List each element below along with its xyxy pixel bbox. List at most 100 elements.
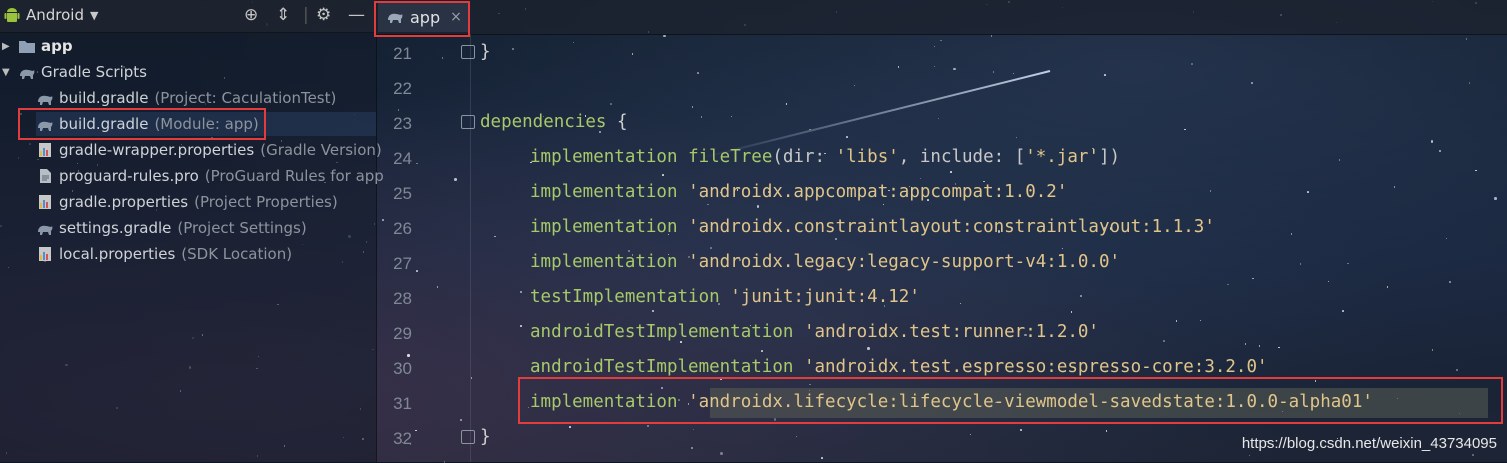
properties-icon bbox=[39, 195, 51, 209]
code-token: 'androidx.appcompat:appcompat:1.0.2' bbox=[688, 182, 1068, 202]
code-token: implementation bbox=[530, 147, 678, 167]
tree-item-hint: (Project Properties) bbox=[194, 193, 338, 211]
code-token: , include: [ bbox=[898, 147, 1026, 167]
line-number: 21 bbox=[393, 44, 412, 63]
fold-marker-icon[interactable] bbox=[461, 430, 475, 444]
tree-item[interactable]: gradle-wrapper.properties (Gradle Version… bbox=[36, 138, 382, 162]
code-token: 'junit:junit:4.12' bbox=[730, 287, 920, 307]
file-icon bbox=[40, 169, 51, 183]
tree-item[interactable]: ▶ app bbox=[2, 34, 73, 58]
project-view-selector[interactable]: Android ▼ bbox=[4, 6, 98, 24]
line-number: 22 bbox=[393, 79, 412, 98]
tree-item-label: gradle.properties bbox=[59, 193, 189, 211]
code-line[interactable]: 27 implementation 'androidx.legacy:legacy… bbox=[376, 246, 1507, 281]
highlight-box-tab bbox=[374, 1, 470, 37]
tree-item[interactable]: proguard-rules.pro (ProGuard Rules for ap… bbox=[36, 164, 384, 188]
target-icon[interactable]: ⊕ bbox=[244, 5, 258, 25]
line-number: 27 bbox=[393, 254, 412, 273]
code-token: } bbox=[480, 427, 491, 447]
fold-marker-icon[interactable] bbox=[461, 45, 475, 59]
divider: | bbox=[303, 5, 309, 25]
code-text: androidTestImplementation 'androidx.test… bbox=[530, 322, 1099, 342]
highlight-box-module-gradle bbox=[18, 108, 266, 140]
code-token: implementation bbox=[530, 217, 678, 237]
line-number: 24 bbox=[393, 149, 412, 168]
project-panel-header: Android ▼ ⊕ ⇕ | ⚙ — bbox=[0, 0, 376, 33]
code-token: } bbox=[480, 42, 491, 62]
tree-item[interactable]: build.gradle (Project: CaculationTest) bbox=[36, 86, 336, 110]
gradle-icon bbox=[38, 95, 53, 105]
code-text: implementation 'androidx.appcompat:appco… bbox=[530, 182, 1067, 202]
line-number: 26 bbox=[393, 219, 412, 238]
line-number: 23 bbox=[393, 114, 412, 133]
tree-item-label: Gradle Scripts bbox=[41, 63, 147, 81]
code-text: dependencies { bbox=[480, 112, 628, 132]
tree-item-label: gradle-wrapper.properties bbox=[59, 141, 255, 159]
code-text: } bbox=[480, 427, 491, 447]
line-number: 29 bbox=[393, 324, 412, 343]
code-line[interactable]: 25 implementation 'androidx.appcompat:app… bbox=[376, 176, 1507, 211]
code-text: implementation 'androidx.legacy:legacy-s… bbox=[530, 252, 1120, 272]
gear-icon[interactable]: ⚙ bbox=[316, 5, 331, 25]
properties-icon bbox=[39, 143, 51, 157]
code-token: ]) bbox=[1099, 147, 1121, 167]
code-token: 'androidx.constraintlayout:constraintlay… bbox=[688, 217, 1215, 237]
code-token: { bbox=[606, 112, 628, 132]
tree-item-hint: (Project Settings) bbox=[177, 219, 307, 237]
project-panel: Android ▼ ⊕ ⇕ | ⚙ — ▶ app ▼ Gradle Scripts b… bbox=[0, 0, 384, 462]
tree-item[interactable]: settings.gradle (Project Settings) bbox=[36, 216, 307, 240]
code-token: 'androidx.legacy:legacy-support-v4:1.0.0… bbox=[688, 252, 1121, 272]
code-text: } bbox=[480, 42, 491, 62]
code-line[interactable]: 23 dependencies { bbox=[376, 106, 1507, 141]
expand-arrow-icon[interactable]: ▼ bbox=[2, 67, 14, 78]
code-token: 'libs' bbox=[835, 147, 899, 167]
tree-item-label: app bbox=[41, 37, 73, 55]
fold-marker-icon[interactable] bbox=[461, 115, 475, 129]
code-text: testImplementation 'junit:junit:4.12' bbox=[530, 287, 920, 307]
tree-item[interactable]: gradle.properties (Project Properties) bbox=[36, 190, 338, 214]
code-line[interactable]: 29 androidTestImplementation 'androidx.te… bbox=[376, 316, 1507, 351]
code-token: implementation bbox=[530, 252, 678, 272]
chevron-down-icon: ▼ bbox=[90, 8, 99, 22]
tree-item-hint: (Gradle Version) bbox=[260, 141, 382, 159]
code-text: implementation 'androidx.constraintlayou… bbox=[530, 217, 1215, 237]
code-text: implementation fileTree(dir: 'libs', inc… bbox=[530, 147, 1120, 167]
code-line[interactable]: 28 testImplementation 'junit:junit:4.12' bbox=[376, 281, 1507, 316]
highlight-box-line-31 bbox=[518, 377, 1503, 424]
star bbox=[821, 457, 823, 459]
code-token: (dir: bbox=[772, 147, 836, 167]
code-line[interactable]: 22 bbox=[376, 71, 1507, 106]
collapse-all-icon[interactable]: ⇕ bbox=[276, 5, 290, 25]
code-token: androidTestImplementation bbox=[530, 322, 794, 342]
expand-arrow-icon[interactable]: ▶ bbox=[2, 41, 14, 52]
code-line[interactable]: 24 implementation fileTree(dir: 'libs', i… bbox=[376, 141, 1507, 176]
code-line[interactable]: 26 implementation 'androidx.constraintlay… bbox=[376, 211, 1507, 246]
line-number: 25 bbox=[393, 184, 412, 203]
code-token: 'androidx.test.espresso:espresso-core:3.… bbox=[803, 357, 1268, 377]
code-token: androidTestImplementation bbox=[530, 357, 794, 377]
tree-item[interactable]: local.properties (SDK Location) bbox=[36, 242, 292, 266]
code-line[interactable]: 21} bbox=[376, 36, 1507, 71]
gradle-icon bbox=[38, 225, 53, 235]
editor-tab-bar: app × bbox=[376, 0, 1507, 35]
android-icon bbox=[4, 8, 20, 22]
code-token: dependencies bbox=[480, 112, 607, 132]
code-text: androidTestImplementation 'androidx.test… bbox=[530, 357, 1268, 377]
code-token: testImplementation bbox=[530, 287, 720, 307]
tree-item-hint: (SDK Location) bbox=[181, 245, 293, 263]
properties-icon bbox=[39, 247, 51, 261]
tree-item-label: build.gradle bbox=[59, 89, 149, 107]
tree-item[interactable]: ▼ Gradle Scripts bbox=[2, 60, 147, 84]
project-view-label: Android bbox=[26, 6, 84, 24]
gradle-icon bbox=[20, 69, 35, 79]
code-token: implementation bbox=[530, 182, 678, 202]
tree-item-label: local.properties bbox=[59, 245, 176, 263]
tree-item-hint: (Project: CaculationTest) bbox=[154, 89, 337, 107]
code-token: '*.jar' bbox=[1025, 147, 1099, 167]
minimize-icon[interactable]: — bbox=[348, 5, 365, 25]
